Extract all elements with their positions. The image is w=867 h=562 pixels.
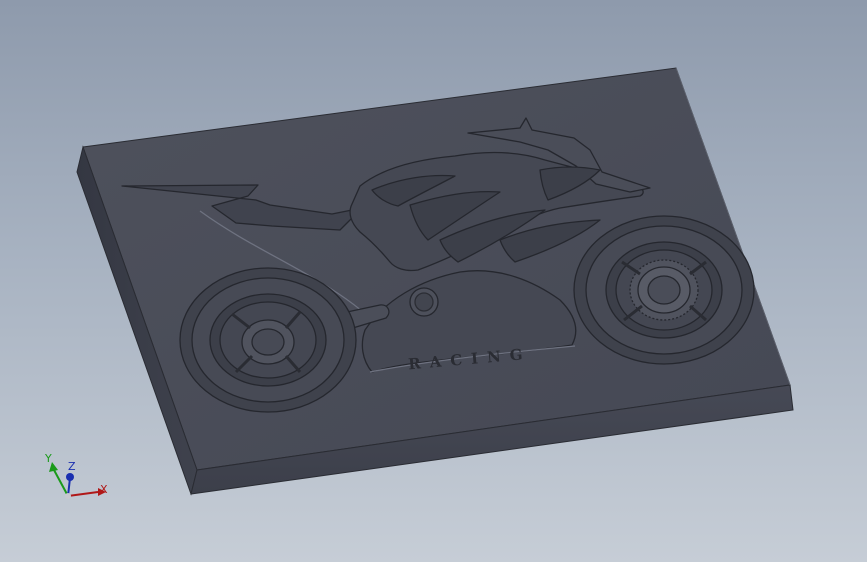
- triad-z-label: Z: [68, 460, 76, 473]
- triad-x-label: X: [100, 483, 108, 496]
- z-axis-head-icon: [66, 473, 74, 481]
- reference-triad[interactable]: X Y Z: [44, 452, 108, 499]
- front-hub-center: [647, 275, 681, 305]
- triad-y-label: Y: [44, 452, 52, 465]
- graphics-viewport[interactable]: RACING X Y Z: [0, 0, 867, 562]
- triad-origin-icon: [65, 493, 71, 499]
- relief-engine-cap-inner: [414, 292, 434, 312]
- rear-hub-center: [251, 328, 285, 356]
- y-axis-line: [53, 469, 69, 497]
- x-axis-line: [67, 491, 99, 497]
- cad-scene[interactable]: RACING X Y Z: [0, 0, 867, 562]
- rear-wheel-relief[interactable]: [179, 267, 357, 413]
- front-wheel-relief[interactable]: [573, 215, 755, 365]
